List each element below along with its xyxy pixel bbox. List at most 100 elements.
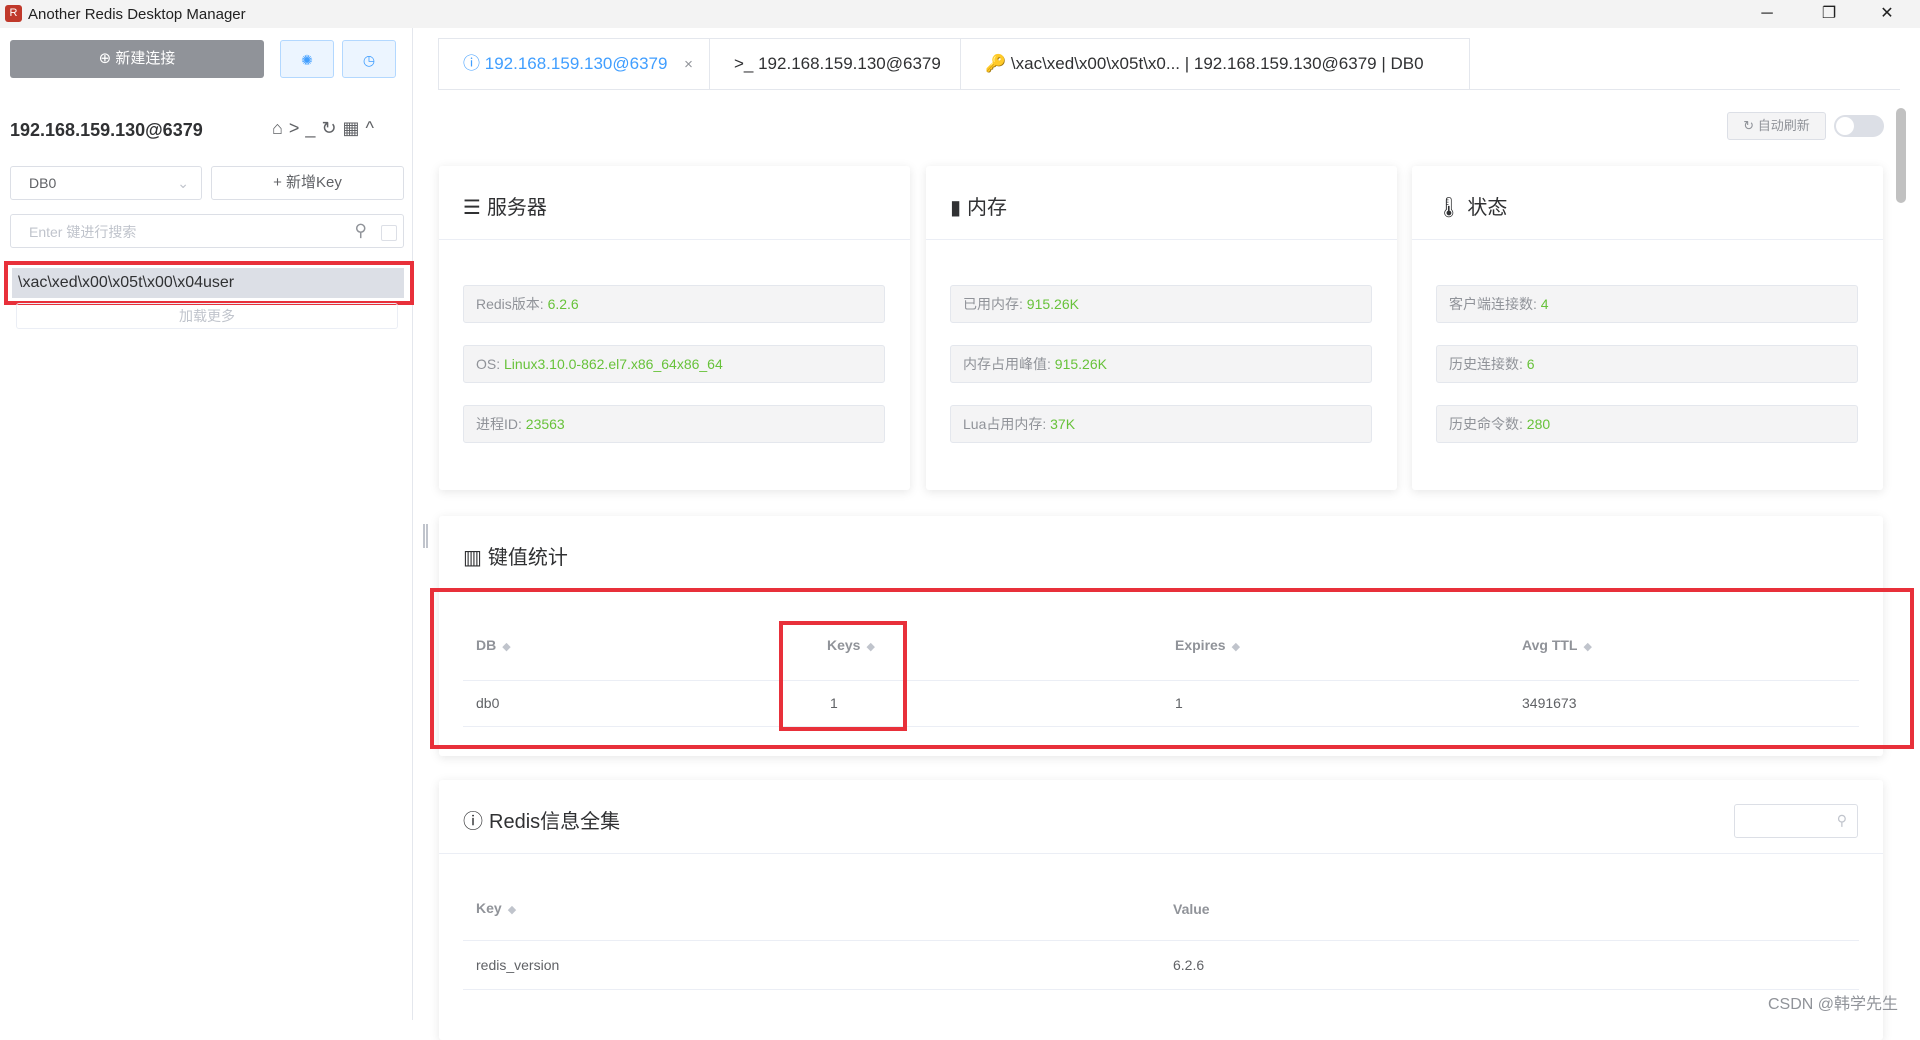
chevron-down-icon: ⌄ [177,175,189,191]
info-lua-memory: Lua占用内存: 37K [950,405,1372,443]
watermark: CSDN @韩学先生 [1768,996,1899,1013]
history-icon: ◷ [362,52,376,68]
connection-actions: ⌂>_↻▦^ [272,118,380,139]
highlight-box-key [4,261,414,305]
info-label: Lua占用内存: [963,416,1051,432]
info-label: Redis版本: [476,296,548,312]
redis-info-search-input[interactable] [1735,805,1829,839]
plus-circle-icon: ⊕ [98,50,112,67]
info-value: 6.2.6 [547,296,579,312]
cell-info-key: redis_version [476,957,560,973]
info-label: OS: [476,356,505,372]
load-more-button[interactable]: 加载更多 [16,303,398,329]
status-card-header: 🌡 状态 [1412,166,1883,240]
auto-refresh-label: 自动刷新 [1757,118,1810,133]
chevron-up-icon[interactable]: ^ [366,118,380,138]
maximize-button[interactable]: ❐ [1800,0,1858,28]
info-icon: ⓘ [463,811,483,833]
info-label: 历史命令数: [1449,416,1527,432]
tab-console[interactable]: >_ 192.168.159.130@6379 [709,38,961,90]
key-search-input[interactable] [11,215,361,249]
info-client-connections: 客户端连接数: 4 [1436,285,1858,323]
info-value: 4 [1540,296,1549,312]
new-connection-button[interactable]: ⊕ 新建连接 [10,40,264,78]
redis-info-card: ⓘ Redis信息全集 ⚲ Key ◆ Value redis_version 6.… [439,780,1883,1040]
tab-divider [438,89,1900,90]
server-icon: ☰ [463,197,481,219]
grid-icon[interactable]: ▦ [343,118,366,138]
key-stats-title: ▥ 键值统计 [463,541,568,570]
sort-icon[interactable]: ◆ [508,904,516,916]
info-value: 23563 [525,416,565,432]
server-card-title: ☰ 服务器 [463,191,547,220]
tab-key[interactable]: 🔑 \xac\xed\x00\x05t\x0... | 192.168.159.… [960,38,1470,90]
main-scrollbar[interactable] [1896,108,1906,1020]
info-value: 37K [1050,416,1076,432]
info-icon: ⓘ [463,54,480,73]
col-header-key[interactable]: Key ◆ [476,900,516,916]
add-key-button[interactable]: + 新增Key [211,166,404,200]
settings-button[interactable]: ✺ [280,40,334,78]
memory-card-title-text: 内存 [967,197,1008,219]
refresh-icon[interactable]: ↻ [321,118,342,138]
info-value: 280 [1526,416,1551,432]
server-card: ☰ 服务器 Redis版本: 6.2.6 OS: Linux3.10.0-862.… [439,166,910,490]
settings-icon: ✺ [301,52,313,68]
info-used-memory: 已用内存: 915.26K [950,285,1372,323]
db-select[interactable]: DB0 ⌄ [10,166,202,200]
info-value: 915.26K [1026,296,1079,312]
highlight-box-stats-table [430,588,1914,749]
info-label: 客户端连接数: [1449,296,1541,312]
minimize-button[interactable]: ─ [1738,0,1796,28]
col-header-value: Value [1173,901,1210,917]
info-os: OS: Linux3.10.0-862.el7.x86_64x86_64 [463,345,885,383]
status-card: 🌡 状态 客户端连接数: 4 历史连接数: 6 历史命令数: 280 [1412,166,1883,490]
info-peak-memory: 内存占用峰值: 915.26K [950,345,1372,383]
auto-refresh-toggle[interactable] [1834,115,1884,137]
tab-status[interactable]: ⓘ 192.168.159.130@6379 × [438,38,710,90]
search-icon[interactable]: ⚲ [355,221,367,241]
auto-refresh-button[interactable]: ↻ 自动刷新 [1727,112,1826,140]
exact-search-checkbox[interactable] [381,225,397,241]
title-bar: R Another Redis Desktop Manager ─ ❐ ✕ [0,0,1920,28]
info-total-commands: 历史命令数: 280 [1436,405,1858,443]
info-label: 历史连接数: [1449,356,1527,372]
db-select-value: DB0 [29,175,57,191]
new-connection-label: 新建连接 [115,50,176,67]
memory-card: ▮ 内存 已用内存: 915.26K 内存占用峰值: 915.26K Lua占用内… [926,166,1397,490]
refresh-icon: ↻ [1743,118,1758,133]
key-stats-title-text: 键值统计 [487,547,568,569]
scrollbar-thumb[interactable] [1896,108,1906,203]
info-process-id: 进程ID: 23563 [463,405,885,443]
server-card-header: ☰ 服务器 [439,166,910,240]
table-row-divider [463,989,1859,990]
col-header-label: Key [476,900,502,916]
sidebar: ⊕ 新建连接 ✺ ◷ 192.168.159.130@6379 ⌂>_↻▦^ D… [0,28,414,1020]
search-icon[interactable]: ⚲ [1837,812,1847,829]
info-value: 6 [1526,356,1535,372]
status-card-title-text: 状态 [1467,197,1508,219]
memory-chip-icon: ▮ [950,197,962,219]
history-button[interactable]: ◷ [342,40,396,78]
redis-info-search[interactable]: ⚲ [1734,804,1858,839]
terminal-icon[interactable]: >_ [289,118,322,138]
table-header-divider [463,940,1859,941]
sidebar-resize-handle[interactable] [423,524,428,548]
connection-name[interactable]: 192.168.159.130@6379 [10,120,203,141]
server-card-title-text: 服务器 [486,197,547,219]
info-label: 内存占用峰值: [963,356,1055,372]
app-logo-icon: R [5,5,22,22]
memory-card-header: ▮ 内存 [926,166,1397,240]
status-card-title: 🌡 状态 [1436,191,1507,220]
tab-status-label: 192.168.159.130@6379 [484,54,668,73]
close-window-button[interactable]: ✕ [1858,0,1916,28]
home-icon[interactable]: ⌂ [272,118,289,138]
thermometer-icon: 🌡 [1436,197,1462,219]
window-title: Another Redis Desktop Manager [28,6,246,23]
memory-card-title: ▮ 内存 [950,191,1007,220]
info-total-connections: 历史连接数: 6 [1436,345,1858,383]
info-value: 915.26K [1054,356,1107,372]
info-redis-version: Redis版本: 6.2.6 [463,285,885,323]
tab-close-icon[interactable]: × [684,56,693,73]
highlight-box-keys-column [779,621,907,731]
